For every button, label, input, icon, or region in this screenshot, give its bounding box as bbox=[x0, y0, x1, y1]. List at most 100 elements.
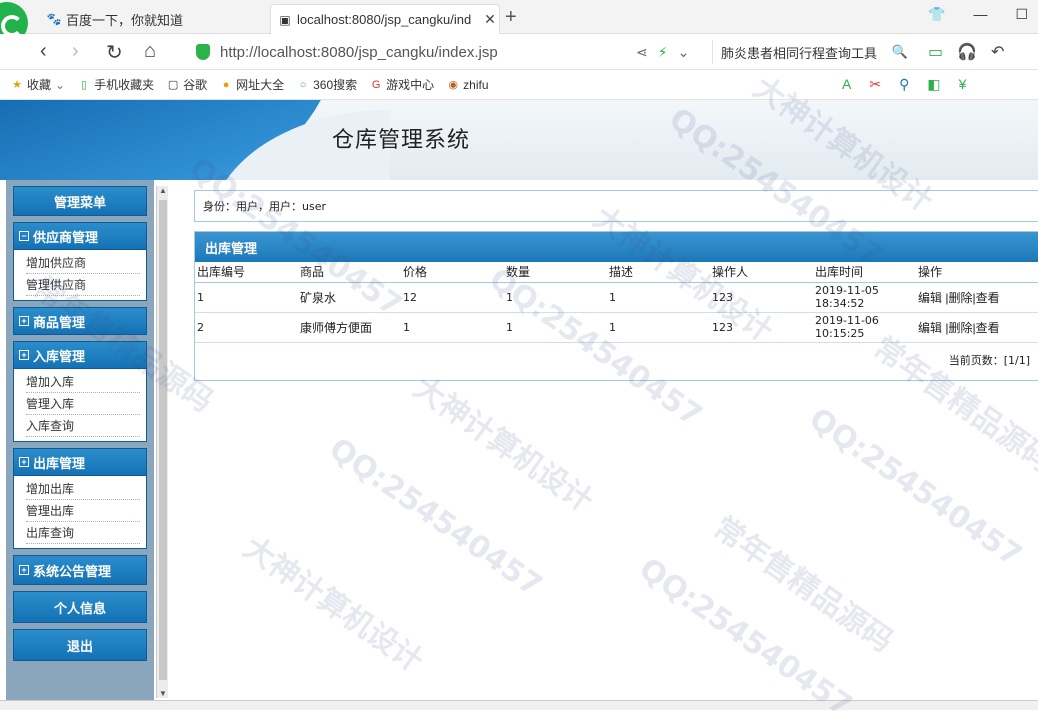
star-icon: ★ bbox=[12, 79, 22, 91]
bookmark-label: 网址大全 bbox=[236, 78, 285, 92]
undo-icon[interactable]: ↶ bbox=[991, 42, 1004, 62]
logout-button[interactable]: 退出 bbox=[13, 629, 147, 661]
share-icon[interactable]: ⋖ bbox=[636, 44, 648, 61]
watermark: QQ:254540457 bbox=[632, 551, 859, 724]
home-icon[interactable]: ⌂ bbox=[144, 40, 156, 63]
scissors-icon[interactable]: ✂ bbox=[869, 76, 881, 93]
search-text: 肺炎患者相同行程查询工具 bbox=[721, 45, 878, 61]
sidebar-group-header[interactable]: + 系统公告管理 bbox=[13, 555, 147, 585]
address-bar[interactable]: http://localhost:8080/jsp_cangku/index.j… bbox=[196, 38, 700, 66]
delete-link[interactable]: |删除 bbox=[945, 291, 972, 305]
bookmark-games[interactable]: G 游戏中心 bbox=[369, 76, 434, 93]
sidebar-item-query-inbound[interactable]: 入库查询 bbox=[26, 415, 140, 437]
scroll-down-icon[interactable]: ▼ bbox=[159, 689, 167, 698]
wallet-icon[interactable]: ¥ bbox=[959, 76, 967, 93]
bookmark-label: 360搜索 bbox=[313, 78, 358, 92]
scrollbar-thumb[interactable] bbox=[159, 200, 167, 680]
bookmark-360search[interactable]: ○ 360搜索 bbox=[296, 76, 357, 93]
sidebar-group-header[interactable]: + 入库管理 bbox=[13, 341, 147, 369]
minimize-icon[interactable]: — bbox=[973, 6, 987, 23]
sidebar-group-product: + 商品管理 bbox=[13, 307, 147, 335]
cell-actions: 编辑 |删除|查看 bbox=[916, 282, 1038, 313]
bookmark-sites[interactable]: ● 网址大全 bbox=[219, 76, 284, 93]
personal-info-button[interactable]: 个人信息 bbox=[13, 591, 147, 623]
sidebar-item-manage-supplier[interactable]: 管理供应商 bbox=[26, 274, 140, 296]
search-icon[interactable]: 🔍 bbox=[892, 44, 908, 60]
document-icon: ▢ bbox=[167, 79, 179, 91]
scroll-up-icon[interactable]: ▲ bbox=[159, 186, 167, 195]
pagination-text: 当前页数：[1/1] bbox=[948, 354, 1030, 367]
watermark: 大神计算机设计 bbox=[236, 530, 430, 680]
sidebar-scrollbar[interactable]: ▲ ▼ bbox=[156, 186, 168, 698]
column-header: 出库时间 bbox=[813, 262, 916, 283]
new-tab-icon[interactable]: + bbox=[505, 6, 517, 29]
browser-tab-baidu[interactable]: 🐾 百度一下，你就知道 bbox=[46, 4, 266, 34]
group-label: 入库管理 bbox=[33, 348, 86, 364]
page-title: 仓库管理系统 bbox=[332, 128, 471, 153]
sidebar-group-header[interactable]: + 商品管理 bbox=[13, 307, 147, 335]
browser-tab-localhost[interactable]: ▣ localhost:8080/jsp_cangku/ind ✕ bbox=[270, 4, 500, 34]
watermark: 大神计算机设计 bbox=[406, 370, 600, 520]
column-header: 出库编号 bbox=[195, 262, 298, 283]
refresh-icon[interactable]: ↻ bbox=[106, 40, 123, 65]
browser-right-buttons: ▭ 🎧 ↶ bbox=[928, 42, 1004, 62]
identity-text: 身份：用户，用户：user bbox=[203, 200, 326, 213]
table-row: 2 康师傅方便面 1 1 1 123 2019-11-06 10:15:25 编… bbox=[195, 312, 1038, 343]
sidebar-item-query-outbound[interactable]: 出库查询 bbox=[26, 522, 140, 544]
battery-icon[interactable]: ▭ bbox=[928, 42, 943, 62]
expand-icon: + bbox=[19, 565, 29, 575]
skin-icon[interactable]: 👕 bbox=[928, 6, 945, 23]
cell-id: 2 bbox=[195, 312, 298, 343]
sidebar-item-add-supplier[interactable]: 增加供应商 bbox=[26, 252, 140, 274]
bookmark-zhifu[interactable]: ◉ zhifu bbox=[446, 78, 488, 92]
app-header: 仓库管理系统 bbox=[0, 100, 1038, 180]
bookmarks-bar: ★ 收藏 ⌄ ▯ 手机收藏夹 ▢ 谷歌 ● 网址大全 ○ 360搜索 G 游戏中心 ◉ zhif… bbox=[0, 70, 1038, 100]
edit-link[interactable]: 编辑 bbox=[918, 321, 942, 335]
cell-product: 矿泉水 bbox=[298, 282, 401, 313]
translate-icon[interactable]: A bbox=[842, 76, 851, 93]
headphones-icon[interactable]: 🎧 bbox=[957, 42, 977, 62]
cell-time: 2019-11-06 10:15:25 bbox=[813, 312, 916, 343]
bookmark-mobile[interactable]: ▯ 手机收藏夹 bbox=[77, 76, 154, 93]
cell-product: 康师傅方便面 bbox=[298, 312, 401, 343]
group-label: 商品管理 bbox=[33, 314, 86, 330]
sidebar-group-header[interactable]: − 供应商管理 bbox=[13, 222, 147, 250]
cell-desc: 1 bbox=[607, 312, 710, 343]
bookmark-favorites[interactable]: ★ 收藏 ⌄ bbox=[10, 76, 65, 93]
view-link[interactable]: |查看 bbox=[972, 291, 999, 305]
sidebar-item-manage-outbound[interactable]: 管理出库 bbox=[26, 500, 140, 522]
url-tools: ⋖ ⚡ ⌄ bbox=[636, 44, 689, 61]
column-header: 价格 bbox=[401, 262, 504, 283]
forward-icon[interactable]: › bbox=[72, 40, 79, 63]
back-icon[interactable]: ‹ bbox=[40, 40, 47, 63]
magnifier-icon[interactable]: ⚲ bbox=[899, 76, 909, 93]
edit-link[interactable]: 编辑 bbox=[918, 291, 942, 305]
column-header: 描述 bbox=[607, 262, 710, 283]
expand-icon: + bbox=[19, 316, 29, 326]
sidebar-group-inbound: + 入库管理 增加入库 管理入库 入库查询 bbox=[13, 341, 147, 442]
view-link[interactable]: |查看 bbox=[972, 321, 999, 335]
cell-time: 2019-11-05 18:34:52 bbox=[813, 282, 916, 313]
url-host: http://localhost bbox=[220, 43, 317, 61]
bookmark-google[interactable]: ▢ 谷歌 bbox=[166, 76, 207, 93]
column-header: 商品 bbox=[298, 262, 401, 283]
gamepad-icon[interactable]: ◧ bbox=[927, 76, 940, 93]
expand-icon: + bbox=[19, 350, 29, 360]
delete-link[interactable]: |删除 bbox=[945, 321, 972, 335]
sidebar-item-manage-inbound[interactable]: 管理入库 bbox=[26, 393, 140, 415]
search-input[interactable]: 肺炎患者相同行程查询工具 🔍 bbox=[712, 40, 908, 64]
sidebar-item-add-outbound[interactable]: 增加出库 bbox=[26, 478, 140, 500]
globe-icon: ◉ bbox=[448, 79, 458, 91]
lightning-icon[interactable]: ⚡ bbox=[658, 44, 668, 61]
maximize-icon[interactable]: ☐ bbox=[1015, 6, 1028, 23]
sidebar-group-header[interactable]: + 出库管理 bbox=[13, 448, 147, 476]
close-icon[interactable]: ✕ bbox=[481, 11, 499, 28]
tab-title: localhost:8080/jsp_cangku/ind bbox=[297, 12, 472, 27]
bookmark-label: 谷歌 bbox=[183, 78, 208, 92]
sidebar-item-add-inbound[interactable]: 增加入库 bbox=[26, 371, 140, 393]
chevron-down-icon[interactable]: ⌄ bbox=[678, 44, 690, 61]
collapse-icon: − bbox=[19, 231, 29, 241]
column-header: 数量 bbox=[504, 262, 607, 283]
bookmark-label: 游戏中心 bbox=[386, 78, 435, 92]
url-path: :8080/jsp_cangku/index.jsp bbox=[316, 43, 498, 61]
